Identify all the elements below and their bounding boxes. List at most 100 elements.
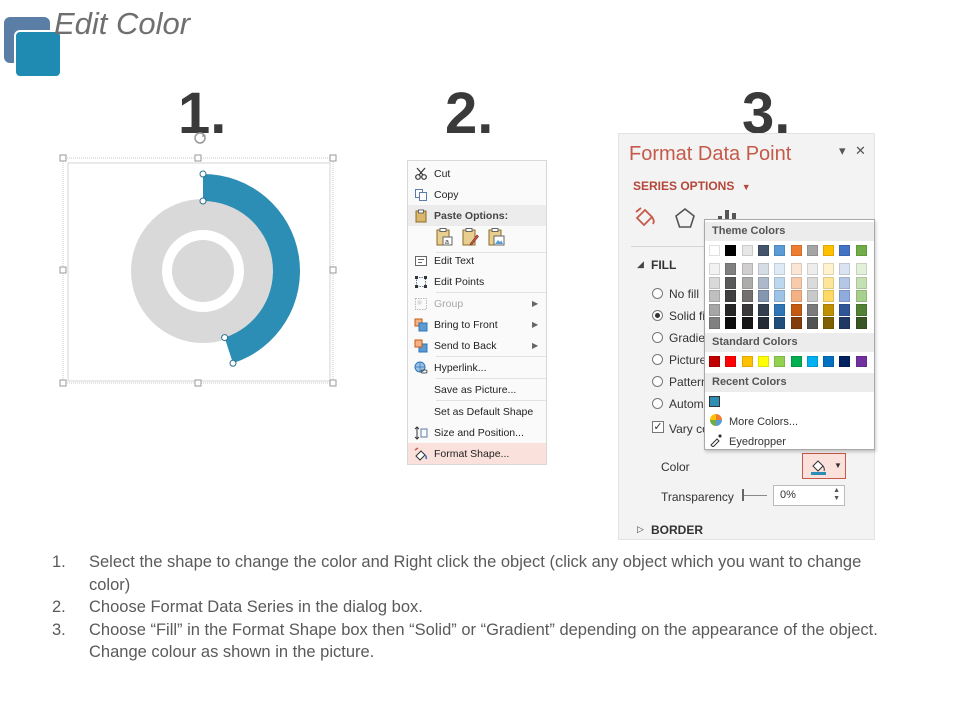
frame-selection-handle[interactable] (59, 266, 67, 274)
theme-shade-swatch[interactable] (839, 317, 851, 329)
theme-shade-swatch[interactable] (709, 263, 720, 275)
transparency-input[interactable]: 0% ▲ ▼ (773, 485, 845, 506)
eyedropper-item[interactable]: Eyedropper (709, 433, 786, 450)
menu-item-cut[interactable]: Cut (408, 163, 546, 184)
theme-color-swatch[interactable] (709, 245, 720, 256)
theme-shade-swatch[interactable] (725, 263, 737, 275)
fill-color-button[interactable]: ▼ (802, 453, 846, 479)
transparency-slider-handle[interactable] (742, 489, 744, 501)
radio-pattern-fill[interactable] (652, 376, 663, 387)
menu-item-send-to-back[interactable]: Send to Back ▶ (408, 335, 546, 356)
standard-color-swatch[interactable] (709, 356, 720, 367)
theme-shade-swatch[interactable] (855, 303, 867, 316)
transparency-slider-track[interactable] (743, 495, 767, 496)
theme-shade-swatch[interactable] (790, 263, 802, 275)
theme-shade-swatch[interactable] (806, 303, 818, 316)
menu-item-save-as-picture[interactable]: Save as Picture... (408, 379, 546, 400)
theme-shade-swatch[interactable] (790, 276, 802, 289)
theme-shade-swatch[interactable] (774, 290, 786, 302)
theme-shade-swatch[interactable] (806, 263, 818, 275)
theme-shade-swatch[interactable] (855, 276, 867, 289)
donut-chart[interactable] (58, 128, 348, 390)
standard-color-swatch[interactable] (774, 356, 786, 367)
border-section-header[interactable]: BORDER (651, 523, 703, 537)
theme-shade-swatch[interactable] (725, 317, 737, 329)
theme-shade-swatch[interactable] (757, 276, 769, 289)
theme-shade-swatch[interactable] (823, 290, 835, 302)
theme-color-swatch[interactable] (823, 245, 835, 256)
menu-item-edit-text[interactable]: Edit Text (408, 250, 546, 271)
more-colors-item[interactable]: More Colors... (709, 413, 798, 430)
paste-use-destination-theme-icon[interactable]: a (434, 227, 454, 250)
theme-shade-swatch[interactable] (709, 290, 720, 302)
theme-shade-swatch[interactable] (757, 303, 769, 316)
standard-color-swatch[interactable] (725, 356, 737, 367)
theme-shade-swatch[interactable] (806, 276, 818, 289)
theme-color-swatch[interactable] (806, 245, 818, 256)
theme-shade-swatch[interactable] (741, 276, 753, 289)
radio-no-fill[interactable] (652, 288, 663, 299)
theme-color-swatch[interactable] (839, 245, 851, 256)
rotate-handle-icon[interactable] (194, 132, 206, 144)
theme-shade-swatch[interactable] (757, 290, 769, 302)
theme-shade-swatch[interactable] (741, 303, 753, 316)
paste-as-picture-icon[interactable] (486, 227, 506, 250)
fill-section-header[interactable]: FILL (651, 258, 676, 272)
theme-shade-swatch[interactable] (823, 276, 835, 289)
menu-item-format-shape[interactable]: Format Shape... (408, 443, 546, 464)
expand-border-icon[interactable]: ▷ (637, 524, 644, 535)
fill-line-tab-icon[interactable] (633, 206, 657, 235)
theme-shade-swatch[interactable] (774, 303, 786, 316)
theme-shade-swatch[interactable] (757, 263, 769, 275)
menu-item-copy[interactable]: Copy (408, 184, 546, 205)
standard-color-swatch[interactable] (757, 356, 769, 367)
theme-color-swatch[interactable] (790, 245, 802, 256)
theme-shade-swatch[interactable] (839, 290, 851, 302)
theme-shade-swatch[interactable] (725, 290, 737, 302)
series-options-dropdown[interactable]: SERIES OPTIONS ▼ (633, 179, 751, 193)
theme-shade-swatch[interactable] (774, 317, 786, 329)
theme-shade-swatch[interactable] (757, 317, 769, 329)
frame-selection-handle[interactable] (59, 154, 67, 162)
theme-color-swatch[interactable] (757, 245, 769, 256)
standard-color-swatch[interactable] (790, 356, 802, 367)
theme-shade-swatch[interactable] (741, 263, 753, 275)
radio-gradient-fill[interactable] (652, 332, 663, 343)
frame-selection-handle[interactable] (194, 154, 202, 162)
spinner-arrows-icon[interactable]: ▲ ▼ (833, 487, 840, 503)
theme-shade-swatch[interactable] (855, 317, 867, 329)
standard-color-swatch[interactable] (855, 356, 867, 367)
theme-color-swatch[interactable] (725, 245, 737, 256)
theme-shade-swatch[interactable] (806, 317, 818, 329)
menu-item-edit-points[interactable]: Edit Points (408, 271, 546, 292)
theme-shade-swatch[interactable] (839, 276, 851, 289)
radio-picture-fill[interactable] (652, 354, 663, 365)
theme-shade-swatch[interactable] (806, 290, 818, 302)
menu-item-hyperlink[interactable]: Hyperlink... (408, 357, 546, 378)
standard-color-swatch[interactable] (823, 356, 835, 367)
theme-shade-swatch[interactable] (741, 290, 753, 302)
close-icon[interactable]: ✕ (855, 143, 866, 159)
theme-color-swatch[interactable] (741, 245, 753, 256)
theme-shade-swatch[interactable] (823, 303, 835, 316)
theme-color-swatch[interactable] (774, 245, 786, 256)
frame-selection-handle[interactable] (329, 379, 337, 387)
slice-selection-handle[interactable] (199, 170, 207, 178)
standard-color-swatch[interactable] (806, 356, 818, 367)
slice-selection-handle[interactable] (199, 197, 207, 205)
standard-color-swatch[interactable] (741, 356, 753, 367)
theme-shade-swatch[interactable] (855, 290, 867, 302)
recent-color-swatch[interactable] (709, 396, 720, 407)
theme-shade-swatch[interactable] (823, 263, 835, 275)
menu-item-size-and-position[interactable]: Size and Position... (408, 422, 546, 443)
theme-shade-swatch[interactable] (839, 263, 851, 275)
frame-selection-handle[interactable] (329, 266, 337, 274)
slice-selection-handle[interactable] (221, 334, 229, 342)
vary-colors-checkbox[interactable]: ✓ (652, 421, 664, 433)
theme-shade-swatch[interactable] (741, 317, 753, 329)
theme-shade-swatch[interactable] (709, 303, 720, 316)
theme-shade-swatch[interactable] (774, 276, 786, 289)
paste-keep-source-formatting-icon[interactable] (460, 227, 480, 250)
menu-item-set-default-shape[interactable]: Set as Default Shape (408, 401, 546, 422)
collapse-fill-icon[interactable]: ◢ (637, 259, 644, 270)
